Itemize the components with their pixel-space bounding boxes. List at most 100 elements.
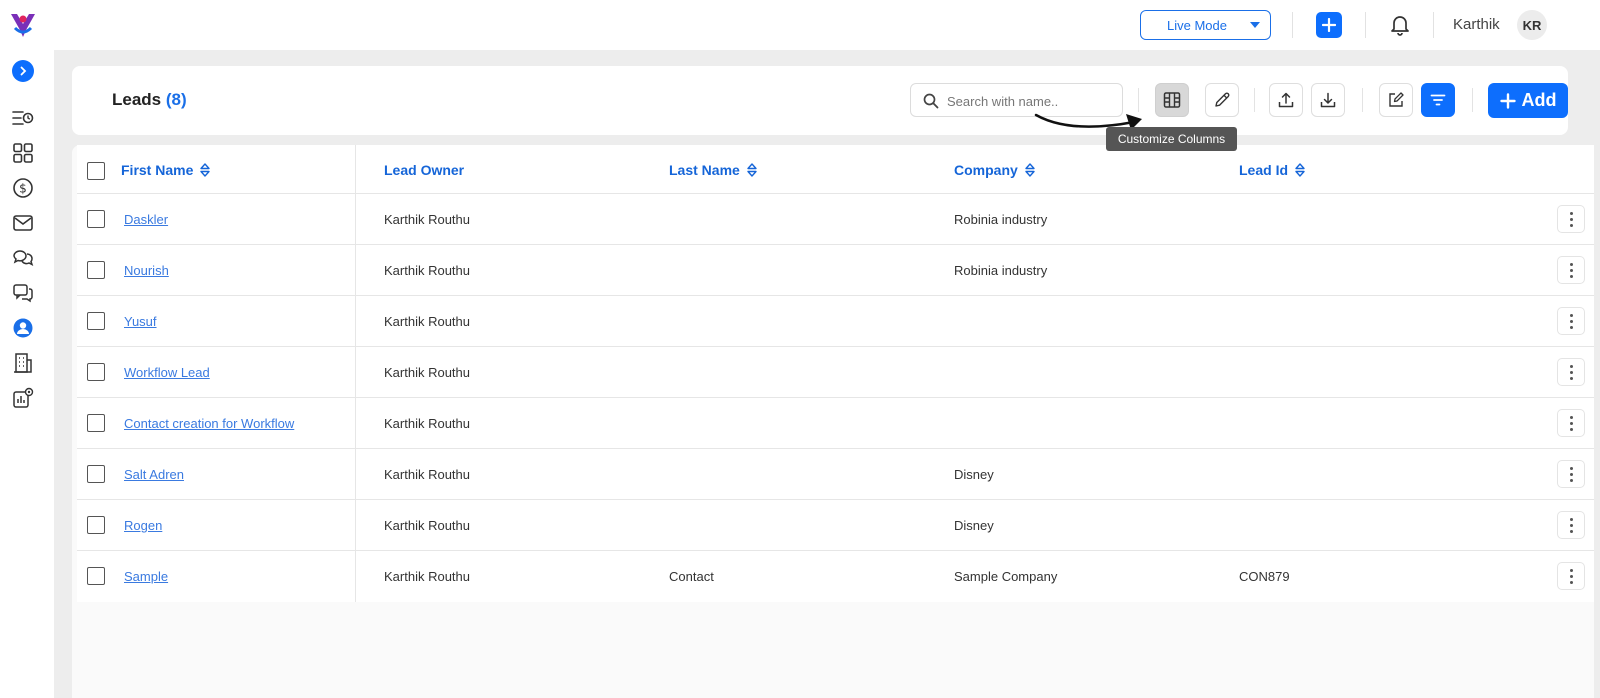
column-divider bbox=[355, 296, 356, 346]
table-row: Daskler Karthik Routhu Robinia industry bbox=[77, 194, 1594, 245]
table-row: Workflow Lead Karthik Routhu bbox=[77, 347, 1594, 398]
pencil-icon bbox=[1215, 92, 1230, 107]
column-header-label: Last Name bbox=[669, 162, 740, 178]
first-name-link[interactable]: Sample bbox=[124, 569, 168, 584]
search-icon bbox=[923, 93, 939, 109]
row-checkbox[interactable] bbox=[87, 516, 105, 534]
company-cell: Robinia industry bbox=[954, 263, 1048, 278]
lead-owner-cell: Karthik Routhu bbox=[384, 569, 470, 584]
columns-icon bbox=[1163, 92, 1181, 108]
column-header-last-name[interactable]: Last Name bbox=[669, 162, 758, 178]
divider bbox=[1433, 12, 1434, 38]
first-name-link[interactable]: Nourish bbox=[124, 263, 169, 278]
contact-person-icon[interactable] bbox=[11, 316, 35, 340]
company-cell: Robinia industry bbox=[954, 212, 1048, 227]
row-checkbox[interactable] bbox=[87, 210, 105, 228]
divider bbox=[1254, 88, 1255, 112]
sort-icon[interactable] bbox=[746, 162, 758, 178]
quick-add-button[interactable] bbox=[1316, 12, 1342, 38]
table-header: First Name Lead Owner Last Name Company … bbox=[77, 145, 1594, 194]
sidebar-expand-button[interactable] bbox=[12, 60, 34, 82]
svg-text:$: $ bbox=[19, 182, 27, 196]
upload-button[interactable] bbox=[1269, 83, 1303, 117]
lead-owner-cell: Karthik Routhu bbox=[384, 365, 470, 380]
row-actions-menu-icon[interactable] bbox=[1557, 358, 1585, 386]
bulk-edit-button[interactable] bbox=[1379, 83, 1413, 117]
live-mode-label: Live Mode bbox=[1167, 17, 1227, 33]
first-name-link[interactable]: Rogen bbox=[124, 518, 162, 533]
lead-owner-cell: Karthik Routhu bbox=[384, 314, 470, 329]
dashboard-grid-icon[interactable] bbox=[11, 141, 35, 165]
sort-icon[interactable] bbox=[199, 162, 211, 178]
row-actions-menu-icon[interactable] bbox=[1557, 460, 1585, 488]
dollar-icon[interactable]: $ bbox=[11, 176, 35, 200]
sort-icon[interactable] bbox=[1024, 162, 1036, 178]
customize-columns-button[interactable] bbox=[1155, 83, 1189, 117]
row-checkbox[interactable] bbox=[87, 312, 105, 330]
first-name-link[interactable]: Salt Adren bbox=[124, 467, 184, 482]
row-actions-menu-icon[interactable] bbox=[1557, 409, 1585, 437]
table-row: Yusuf Karthik Routhu bbox=[77, 296, 1594, 347]
first-name-link[interactable]: Daskler bbox=[124, 212, 168, 227]
sidebar: $ bbox=[0, 50, 54, 698]
column-header-label: Lead Id bbox=[1239, 162, 1289, 178]
leads-header: Leads (8) Search with name.. Add bbox=[72, 66, 1568, 135]
table-row: Sample Karthik Routhu Contact Sample Com… bbox=[77, 551, 1594, 602]
chevron-right-icon bbox=[20, 66, 27, 76]
sort-icon[interactable] bbox=[1294, 162, 1306, 178]
last-name-cell: Contact bbox=[669, 569, 714, 584]
add-lead-button[interactable]: Add bbox=[1488, 83, 1568, 118]
column-header-lead-owner[interactable]: Lead Owner bbox=[384, 162, 464, 178]
divider bbox=[1365, 12, 1366, 38]
table-row: Rogen Karthik Routhu Disney bbox=[77, 500, 1594, 551]
first-name-link[interactable]: Yusuf bbox=[124, 314, 157, 329]
first-name-link[interactable]: Workflow Lead bbox=[124, 365, 210, 380]
first-name-link[interactable]: Contact creation for Workflow bbox=[124, 416, 294, 431]
select-all-checkbox[interactable] bbox=[87, 162, 105, 180]
conversation-icon[interactable] bbox=[11, 281, 35, 305]
company-cell: Disney bbox=[954, 467, 994, 482]
live-mode-dropdown[interactable]: Live Mode bbox=[1140, 10, 1271, 40]
customize-columns-tooltip: Customize Columns bbox=[1106, 127, 1237, 151]
row-checkbox[interactable] bbox=[87, 414, 105, 432]
app-logo-icon[interactable] bbox=[8, 10, 38, 40]
table-row: Contact creation for Workflow Karthik Ro… bbox=[77, 398, 1594, 449]
row-checkbox[interactable] bbox=[87, 567, 105, 585]
lead-owner-cell: Karthik Routhu bbox=[384, 212, 470, 227]
column-header-company[interactable]: Company bbox=[954, 162, 1036, 178]
company-cell: Disney bbox=[954, 518, 994, 533]
page-title-label: Leads bbox=[112, 90, 162, 109]
chat-bubbles-icon[interactable] bbox=[11, 246, 35, 270]
column-divider bbox=[355, 194, 356, 244]
column-header-label: First Name bbox=[121, 162, 194, 178]
notification-bell-icon[interactable] bbox=[1388, 12, 1412, 36]
edit-square-icon bbox=[1389, 92, 1404, 107]
avatar[interactable]: KR bbox=[1517, 10, 1547, 40]
user-name[interactable]: Karthik bbox=[1453, 16, 1500, 33]
divider bbox=[1292, 12, 1293, 38]
row-actions-menu-icon[interactable] bbox=[1557, 256, 1585, 284]
row-checkbox[interactable] bbox=[87, 261, 105, 279]
row-actions-menu-icon[interactable] bbox=[1557, 307, 1585, 335]
activity-list-icon[interactable] bbox=[11, 106, 35, 130]
row-actions-menu-icon[interactable] bbox=[1557, 205, 1585, 233]
row-checkbox[interactable] bbox=[87, 363, 105, 381]
edit-button[interactable] bbox=[1205, 83, 1239, 117]
row-actions-menu-icon[interactable] bbox=[1557, 511, 1585, 539]
mail-icon[interactable] bbox=[11, 211, 35, 235]
reports-settings-icon[interactable] bbox=[11, 386, 35, 410]
company-cell: Sample Company bbox=[954, 569, 1058, 584]
add-button-label: Add bbox=[1521, 90, 1557, 110]
lead-id-cell: CON879 bbox=[1239, 569, 1290, 584]
table-row: Salt Adren Karthik Routhu Disney bbox=[77, 449, 1594, 500]
row-checkbox[interactable] bbox=[87, 465, 105, 483]
plus-icon bbox=[1499, 92, 1516, 109]
column-header-first-name[interactable]: First Name bbox=[121, 162, 211, 178]
building-icon[interactable] bbox=[11, 351, 35, 375]
filter-button[interactable] bbox=[1421, 83, 1455, 117]
column-header-lead-id[interactable]: Lead Id bbox=[1239, 162, 1306, 178]
row-actions-menu-icon[interactable] bbox=[1557, 562, 1585, 590]
divider bbox=[1362, 88, 1363, 112]
filter-icon bbox=[1430, 94, 1446, 106]
download-button[interactable] bbox=[1311, 83, 1345, 117]
